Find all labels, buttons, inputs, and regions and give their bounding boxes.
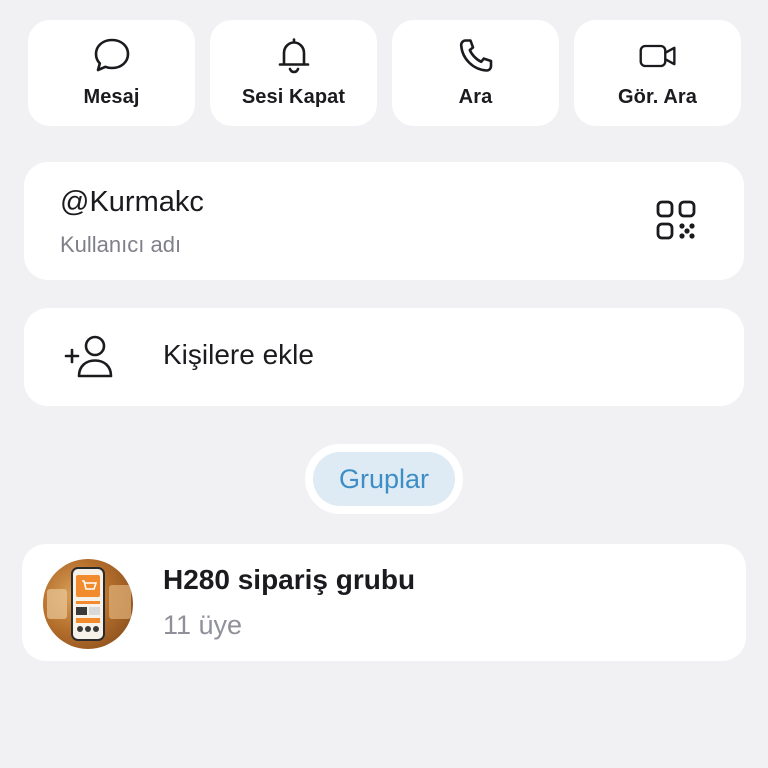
add-person-icon [64,334,114,380]
message-button-label: Mesaj [83,86,140,108]
bell-icon [274,36,314,76]
username-caption: Kullanıcı adı [60,232,182,257]
action-buttons: Mesaj Sesi Kapat Ara Gör. Ara [28,20,741,126]
group-member-count: 11 üye [163,610,243,640]
mute-button[interactable]: Sesi Kapat [210,20,377,126]
group-avatar [43,559,133,649]
qr-code-button[interactable] [652,198,700,246]
video-call-button[interactable]: Gör. Ara [574,20,741,126]
message-button[interactable]: Mesaj [28,20,195,126]
group-list-item[interactable]: H280 sipariş grubu 11 üye [22,544,746,661]
call-button-label: Ara [458,86,493,108]
add-to-contacts-button[interactable]: Kişilere ekle [24,308,744,406]
chat-bubble-icon [92,36,132,76]
username-card[interactable]: @Kurmakc Kullanıcı adı [24,162,744,280]
qr-code-icon [655,199,697,246]
video-call-button-label: Gör. Ara [618,86,697,108]
username-value: @Kurmakc [60,186,204,218]
mute-button-label: Sesi Kapat [241,86,346,108]
tab-groups[interactable]: Gruplar [313,452,455,506]
add-to-contacts-label: Kişilere ekle [163,339,314,370]
phone-icon [456,36,496,76]
group-name: H280 sipariş grubu [163,564,416,595]
call-button[interactable]: Ara [392,20,559,126]
video-camera-icon [638,36,678,76]
groups-tab-container: Gruplar [305,444,463,514]
profile-screen: Mesaj Sesi Kapat Ara Gör. Ara @Kurmakc K… [0,0,768,768]
